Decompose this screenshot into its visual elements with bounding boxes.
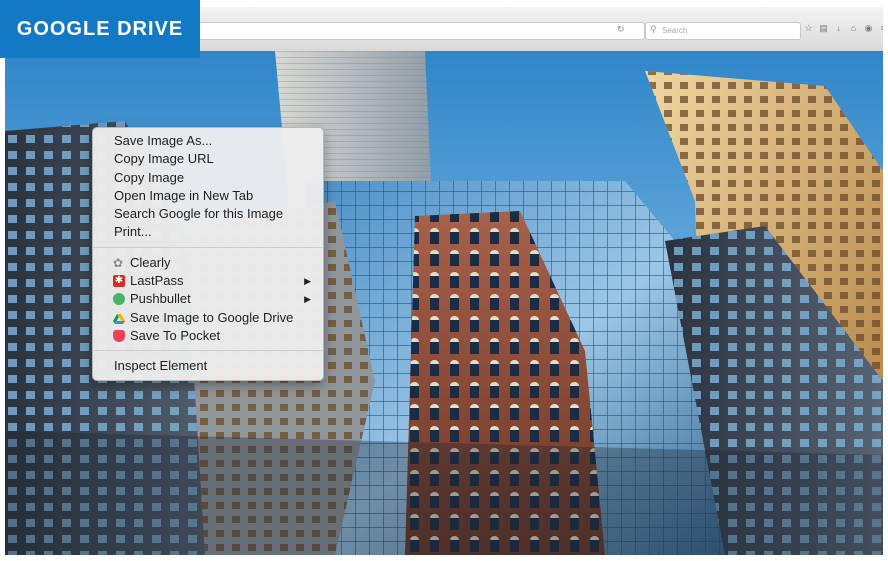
download-icon[interactable]: ↓ — [833, 23, 844, 34]
toolbar-icons: ☆ ▤ ↓ ⌂ ◉ ≡ — [803, 23, 883, 34]
google-drive-icon — [113, 312, 125, 324]
search-icon: ⚲ — [650, 24, 657, 34]
menu-item-lastpass[interactable]: ✱ LastPass ▶ — [93, 272, 323, 290]
menu-item-save-to-google-drive[interactable]: Save Image to Google Drive — [93, 309, 323, 327]
menu-item-copy-image-url[interactable]: Copy Image URL — [93, 150, 323, 168]
menu-item-label: Save To Pocket — [130, 327, 221, 343]
menu-item-print[interactable]: Print... — [93, 223, 323, 241]
menu-item-copy-image[interactable]: Copy Image — [93, 169, 323, 187]
star-icon[interactable]: ☆ — [803, 23, 814, 34]
search-box[interactable]: ⚲ Search — [645, 22, 801, 40]
pushbullet-icon — [113, 293, 125, 306]
menu-separator — [93, 350, 323, 352]
menu-item-open-image-new-tab[interactable]: Open Image in New Tab — [93, 187, 323, 205]
menu-item-label: Save Image to Google Drive — [130, 309, 294, 325]
lastpass-icon: ✱ — [113, 275, 125, 288]
menu-item-save-to-pocket[interactable]: Save To Pocket — [93, 327, 323, 345]
menu-separator — [93, 246, 323, 248]
menu-item-label: LastPass — [130, 273, 184, 289]
menu-item-label: Pushbullet — [130, 291, 191, 307]
menu-item-inspect-element[interactable]: Inspect Element — [93, 357, 323, 375]
menu-item-search-google-image[interactable]: Search Google for this Image — [93, 205, 323, 223]
search-placeholder: Search — [662, 26, 688, 35]
pocket-icon[interactable]: ◉ — [863, 23, 874, 34]
menu-item-label: Clearly — [130, 254, 171, 270]
submenu-arrow-icon: ▶ — [304, 294, 311, 305]
submenu-arrow-icon: ▶ — [304, 276, 311, 287]
menu-item-save-image-as[interactable]: Save Image As... — [93, 132, 323, 150]
bookmarks-icon[interactable]: ▤ — [818, 23, 829, 34]
clearly-icon: ✿ — [113, 255, 124, 270]
menu-icon[interactable]: ≡ — [878, 23, 883, 34]
reload-icon[interactable]: ↻ — [617, 24, 625, 35]
menu-item-clearly[interactable]: ✿ Clearly — [93, 254, 323, 272]
home-icon[interactable]: ⌂ — [848, 23, 859, 34]
context-menu: Save Image As... Copy Image URL Copy Ima… — [92, 127, 324, 381]
google-drive-badge: GOOGLE DRIVE — [0, 0, 200, 58]
address-bar[interactable] — [185, 22, 645, 40]
pocket-icon — [113, 329, 125, 342]
menu-item-pushbullet[interactable]: Pushbullet ▶ — [93, 290, 323, 308]
